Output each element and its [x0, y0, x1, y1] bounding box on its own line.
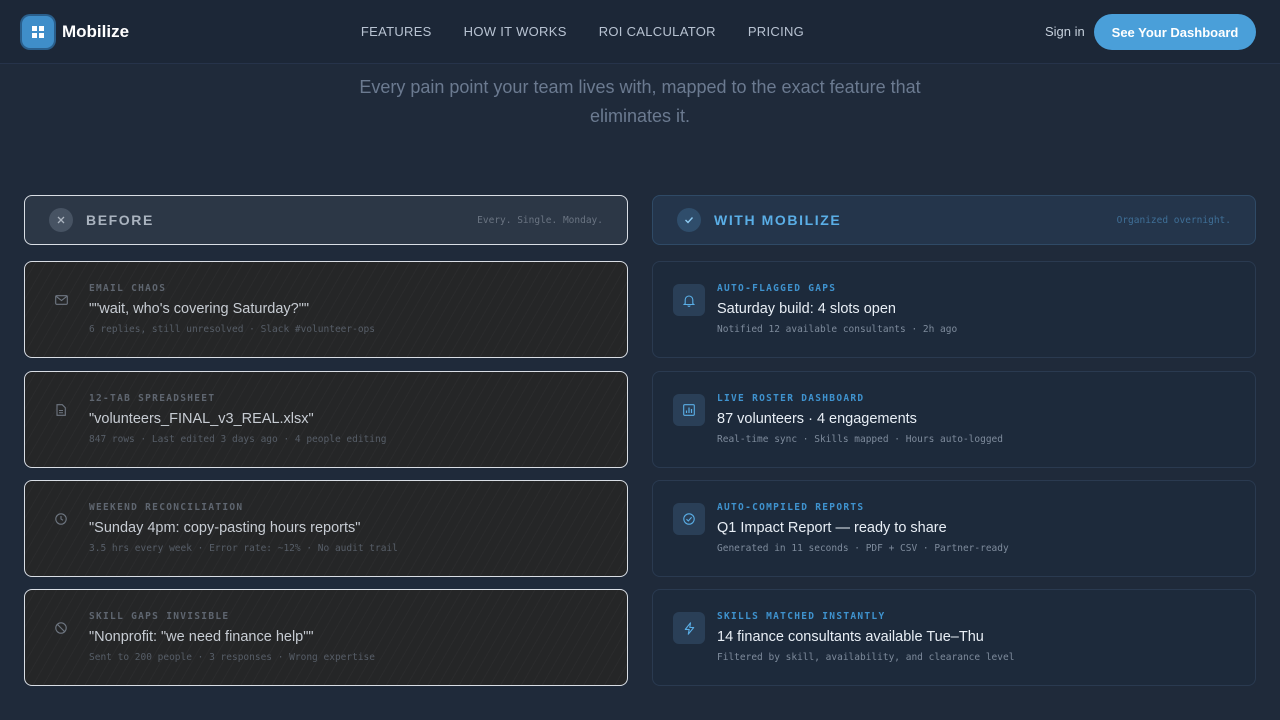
- card-meta: Notified 12 available consultants · 2h a…: [717, 324, 958, 335]
- card-meta: 847 rows · Last edited 3 days ago · 4 pe…: [89, 434, 387, 445]
- close-icon: [49, 208, 73, 232]
- before-title: BEFORE: [86, 212, 154, 228]
- card-meta: 3.5 hrs every week · Error rate: ~12% · …: [89, 543, 398, 554]
- before-card-skill-gaps: SKILL GAPS INVISIBLE "Nonprofit: "we nee…: [24, 589, 628, 686]
- nav-link-pricing[interactable]: PRICING: [748, 24, 804, 39]
- check-circle-icon: [673, 503, 705, 535]
- card-meta: Filtered by skill, availability, and cle…: [717, 652, 1015, 663]
- top-nav: Mobilize FEATURES HOW IT WORKS ROI CALCU…: [0, 0, 1280, 64]
- bolt-icon: [673, 612, 705, 644]
- card-label: AUTO-COMPILED REPORTS: [717, 502, 865, 513]
- nav-links: FEATURES HOW IT WORKS ROI CALCULATOR PRI…: [0, 24, 1165, 39]
- card-label: AUTO-FLAGGED GAPS: [717, 283, 837, 294]
- card-title: ""wait, who's covering Saturday?"": [89, 301, 310, 317]
- sign-in-link[interactable]: Sign in: [1045, 24, 1085, 39]
- ban-icon: [53, 620, 69, 636]
- check-icon: [677, 208, 701, 232]
- after-note: Organized overnight.: [1116, 214, 1231, 226]
- after-card-skills-matched: SKILLS MATCHED INSTANTLY 14 finance cons…: [652, 589, 1256, 686]
- card-label: 12-TAB SPREADSHEET: [89, 393, 216, 404]
- card-label: WEEKEND RECONCILIATION: [89, 502, 244, 513]
- bar-chart-icon: [673, 394, 705, 426]
- after-card-auto-flagged: AUTO-FLAGGED GAPS Saturday build: 4 slot…: [652, 261, 1256, 358]
- card-label: EMAIL CHAOS: [89, 283, 167, 294]
- card-meta: Real-time sync · Skills mapped · Hours a…: [717, 434, 1003, 445]
- bell-icon: [673, 284, 705, 316]
- nav-link-how-it-works[interactable]: HOW IT WORKS: [464, 24, 567, 39]
- card-title: "Nonprofit: "we need finance help"": [89, 629, 314, 645]
- card-title: 14 finance consultants available Tue–Thu: [717, 629, 984, 645]
- card-label: SKILLS MATCHED INSTANTLY: [717, 611, 886, 622]
- card-title: Q1 Impact Report — ready to share: [717, 520, 947, 536]
- card-label: LIVE ROSTER DASHBOARD: [717, 393, 865, 404]
- nav-link-roi-calculator[interactable]: ROI CALCULATOR: [599, 24, 716, 39]
- card-title: 87 volunteers · 4 engagements: [717, 411, 917, 427]
- before-header: BEFORE Every. Single. Monday.: [24, 195, 628, 245]
- mail-icon: [53, 292, 69, 308]
- see-dashboard-button[interactable]: See Your Dashboard: [1094, 14, 1256, 50]
- section-subtitle: Every pain point your team lives with, m…: [359, 77, 921, 126]
- before-note: Every. Single. Monday.: [477, 214, 603, 226]
- after-title: WITH MOBILIZE: [714, 212, 842, 228]
- before-card-spreadsheet: 12-TAB SPREADSHEET "volunteers_FINAL_v3_…: [24, 371, 628, 468]
- nav-link-features[interactable]: FEATURES: [361, 24, 432, 39]
- card-meta: Sent to 200 people · 3 responses · Wrong…: [89, 652, 375, 663]
- before-card-email-chaos: EMAIL CHAOS ""wait, who's covering Satur…: [24, 261, 628, 358]
- card-title: "volunteers_FINAL_v3_REAL.xlsx": [89, 411, 314, 427]
- file-icon: [53, 402, 69, 418]
- card-title: "Sunday 4pm: copy-pasting hours reports": [89, 520, 361, 536]
- card-meta: 6 replies, still unresolved · Slack #vol…: [89, 324, 375, 335]
- after-card-reports: AUTO-COMPILED REPORTS Q1 Impact Report —…: [652, 480, 1256, 577]
- before-card-weekend: WEEKEND RECONCILIATION "Sunday 4pm: copy…: [24, 480, 628, 577]
- card-meta: Generated in 11 seconds · PDF + CSV · Pa…: [717, 543, 1009, 554]
- card-label: SKILL GAPS INVISIBLE: [89, 611, 230, 622]
- after-header: WITH MOBILIZE Organized overnight.: [652, 195, 1256, 245]
- card-title: Saturday build: 4 slots open: [717, 301, 896, 317]
- after-card-live-roster: LIVE ROSTER DASHBOARD 87 volunteers · 4 …: [652, 371, 1256, 468]
- clock-icon: [53, 511, 69, 527]
